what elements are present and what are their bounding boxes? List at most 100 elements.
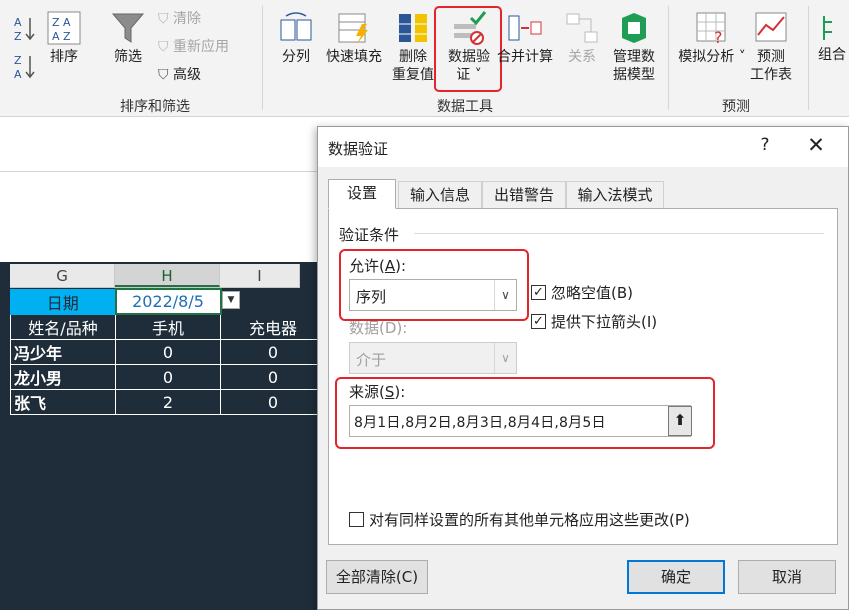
cell[interactable]: 手机 — [115, 313, 221, 340]
sort-ascending-button[interactable]: AZ — [10, 14, 38, 47]
column-header-g[interactable]: G — [10, 264, 115, 287]
sort-descending-button[interactable]: ZA — [10, 52, 38, 85]
apply-all-checkbox[interactable] — [349, 512, 364, 527]
cell-date-label[interactable]: 日期 — [10, 288, 116, 315]
cell[interactable]: 0 — [220, 364, 326, 390]
what-if-analysis-button[interactable]: ? 模拟分析 ˅ — [678, 10, 746, 66]
clear-filter-button[interactable]: ⛉ 清除 — [158, 10, 201, 28]
text-to-columns-button[interactable]: 分列 — [274, 10, 318, 66]
clear-filter-icon: ⛉ — [158, 11, 169, 27]
sort-button[interactable]: Z AA Z 排序 — [42, 10, 86, 66]
flash-fill-label: 快速填充 — [326, 49, 382, 65]
reapply-button[interactable]: ⛉ 重新应用 — [158, 38, 229, 56]
cell[interactable]: 2 — [115, 389, 221, 415]
remove-duplicates-label-2: 重复值 — [392, 67, 434, 83]
cell[interactable]: 龙小男 — [10, 364, 116, 390]
manage-data-model-button[interactable]: 管理数 据模型 — [606, 10, 662, 84]
clear-filter-label: 清除 — [172, 11, 201, 27]
manage-data-model-label-2: 据模型 — [613, 67, 655, 83]
in-cell-dropdown-checkbox[interactable]: ✓ — [531, 314, 546, 329]
cell[interactable]: 冯少年 — [10, 339, 116, 365]
advanced-filter-button[interactable]: ⛉ 高级 — [158, 66, 201, 84]
tab-ime-mode[interactable]: 输入法模式 — [566, 181, 664, 209]
cell[interactable]: 充电器 — [220, 313, 326, 340]
forecast-label-2: 工作表 — [750, 67, 792, 83]
relationships-label: 关系 — [568, 49, 596, 65]
cell-date-value[interactable]: 2022/8/5 — [114, 288, 222, 315]
svg-text:A: A — [14, 16, 22, 29]
group-label-data-tools: 数据工具 — [437, 99, 493, 115]
group-label-sort-filter: 排序和筛选 — [120, 99, 190, 115]
ignore-blank-checkbox[interactable]: ✓ — [531, 285, 546, 300]
flash-fill-button[interactable]: 快速填充 — [322, 10, 386, 66]
clear-all-button[interactable]: 全部清除(C) — [326, 560, 428, 594]
in-cell-dropdown-label: 提供下拉箭头(I) — [551, 313, 658, 331]
text-to-columns-label: 分列 — [282, 49, 310, 65]
data-operator-value: 介于 — [356, 351, 387, 369]
svg-text:Z: Z — [14, 30, 22, 42]
relationships-icon — [566, 13, 598, 43]
svg-text:Z: Z — [14, 54, 22, 67]
svg-text:Z A: Z A — [52, 16, 71, 29]
table-row: 冯少年 0 0 — [10, 339, 326, 365]
data-validation-dialog: 数据验证 ? ✕ 设置 输入信息 出错警告 输入法模式 验证条件 允许(A): … — [317, 126, 849, 610]
source-highlight — [335, 377, 715, 449]
data-operator-select[interactable]: 介于 ∨ — [349, 342, 517, 374]
help-icon[interactable]: ? — [754, 135, 776, 155]
consolidate-button[interactable]: 合并计算 — [494, 10, 556, 66]
column-header-h[interactable]: H — [115, 264, 220, 287]
manage-data-model-label-1: 管理数 — [613, 49, 655, 65]
advanced-filter-label: 高级 — [172, 67, 201, 83]
group-separator — [808, 6, 809, 110]
sort-label: 排序 — [50, 49, 78, 65]
cancel-button[interactable]: 取消 — [738, 560, 836, 594]
filter-button[interactable]: 筛选 — [106, 10, 150, 66]
svg-text:A: A — [14, 68, 22, 80]
forecast-sheet-button[interactable]: 预测 工作表 — [746, 10, 796, 84]
what-if-label: 模拟分析 ˅ — [678, 49, 746, 65]
cell-dropdown-arrow[interactable]: ▼ — [222, 291, 240, 309]
tab-input-message[interactable]: 输入信息 — [398, 181, 482, 209]
cell[interactable]: 0 — [115, 339, 221, 365]
advanced-filter-icon: ⛉ — [158, 67, 169, 83]
reapply-label: 重新应用 — [172, 39, 229, 55]
outline-group-label: 组合 — [818, 47, 846, 63]
ok-button[interactable]: 确定 — [627, 560, 725, 594]
tab-settings[interactable]: 设置 — [328, 179, 396, 209]
cell[interactable]: 0 — [220, 389, 326, 415]
settings-panel: 验证条件 允许(A): 序列 ∨ ✓ 忽略空值(B) ✓ 提供下拉箭头(I) 数… — [328, 208, 838, 545]
group-separator — [668, 6, 669, 110]
dialog-title-bar[interactable]: 数据验证 ? ✕ — [318, 127, 848, 167]
table-row: 姓名/品种 手机 充电器 — [10, 313, 326, 340]
svg-text:A Z: A Z — [52, 30, 71, 43]
section-divider — [414, 233, 824, 234]
column-header-i[interactable]: I — [220, 264, 300, 287]
cell[interactable]: 0 — [115, 364, 221, 390]
ribbon: AZ ZA Z AA Z 排序 筛选 ⛉ 清除 ⛉ 重新应用 ⛉ 高级 排序和筛… — [0, 0, 849, 117]
filter-label: 筛选 — [114, 49, 142, 65]
chevron-down-icon: ∨ — [494, 343, 516, 373]
consolidate-icon — [508, 15, 542, 41]
close-icon[interactable]: ✕ — [804, 133, 828, 157]
table-row: 龙小男 0 0 — [10, 364, 326, 390]
outline-group-button[interactable]: 组合 — [818, 10, 849, 64]
forecast-icon — [755, 12, 787, 42]
relationships-button[interactable]: 关系 — [560, 10, 604, 66]
forecast-label-1: 预测 — [757, 49, 785, 65]
group-icon — [823, 16, 832, 40]
sort-icon: Z AA Z — [47, 11, 81, 45]
group-separator — [262, 6, 263, 110]
section-validation-criteria: 验证条件 — [339, 226, 400, 244]
svg-text:?: ? — [714, 28, 723, 46]
cell[interactable]: 姓名/品种 — [10, 313, 116, 340]
cell[interactable]: 0 — [220, 339, 326, 365]
formula-bar-divider — [0, 171, 320, 172]
worksheet-table: 日期 2022/8/5 姓名/品种 手机 充电器 冯少年 0 0 龙小男 0 0… — [10, 288, 326, 415]
what-if-icon: ? — [696, 12, 726, 46]
group-label-forecast: 预测 — [722, 99, 750, 115]
tab-error-alert[interactable]: 出错警告 — [482, 181, 566, 209]
dialog-title: 数据验证 — [328, 140, 389, 158]
cell[interactable]: 张飞 — [10, 389, 116, 415]
remove-duplicates-button[interactable]: 删除 重复值 — [390, 10, 436, 84]
sort-a-to-z-icon: AZ — [14, 16, 35, 43]
